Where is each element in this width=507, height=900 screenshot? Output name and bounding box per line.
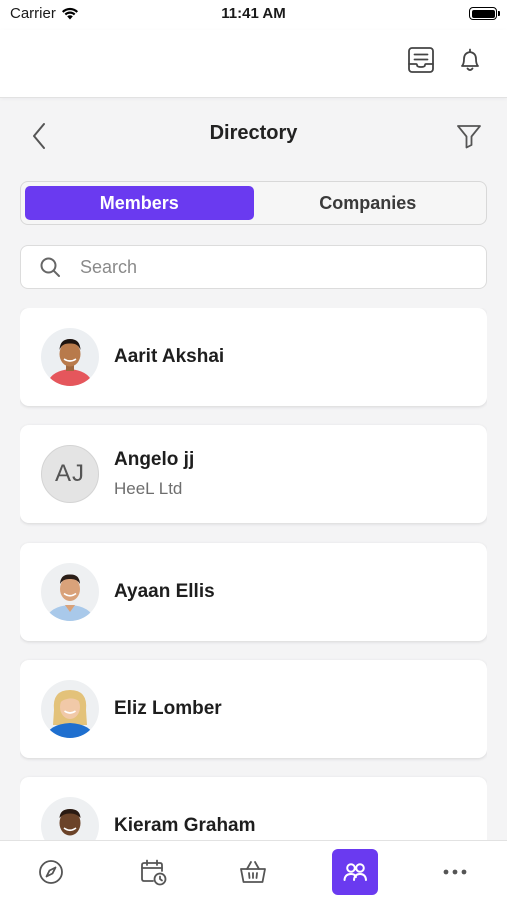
- member-info: Aarit Akshai: [114, 308, 224, 406]
- filter-button[interactable]: [453, 120, 485, 152]
- member-name: Ayaan Ellis: [114, 581, 215, 602]
- avatar: [41, 797, 99, 840]
- member-info: Angelo jj HeeL Ltd: [114, 425, 194, 523]
- avatar: AJ: [41, 445, 99, 503]
- search-input[interactable]: [80, 256, 486, 278]
- top-header: [0, 30, 507, 98]
- member-name: Kieram Graham: [114, 815, 256, 836]
- tab-schedule[interactable]: [130, 849, 176, 895]
- member-card[interactable]: AJ Angelo jj HeeL Ltd: [20, 425, 487, 523]
- more-icon: [443, 869, 467, 875]
- member-info: Ayaan Ellis: [114, 543, 215, 641]
- search-icon: [38, 255, 62, 279]
- bell-icon[interactable]: [454, 44, 486, 76]
- member-info: Eliz Lomber: [114, 660, 222, 758]
- avatar: [41, 680, 99, 738]
- member-card[interactable]: Aarit Akshai: [20, 308, 487, 406]
- member-info: Kieram Graham: [114, 777, 256, 840]
- navigation-bar: Directory: [0, 100, 507, 172]
- member-card[interactable]: Kieram Graham: [20, 777, 487, 840]
- member-name: Aarit Akshai: [114, 346, 225, 367]
- member-company: HeeL Ltd: [114, 479, 183, 498]
- avatar: [41, 563, 99, 621]
- document-icon[interactable]: [405, 44, 437, 76]
- member-card[interactable]: Ayaan Ellis: [20, 543, 487, 641]
- basket-icon: [240, 861, 266, 883]
- page-title: Directory: [209, 122, 298, 144]
- compass-icon: [39, 860, 63, 884]
- battery-icon: [469, 7, 500, 20]
- tab-marketplace[interactable]: [230, 849, 276, 895]
- avatar: [41, 328, 99, 386]
- status-time: 11:41 AM: [221, 5, 286, 22]
- directory-segmented-control: Members Companies: [20, 181, 487, 225]
- people-icon: [343, 863, 367, 881]
- member-name: Angelo jj: [114, 449, 195, 470]
- filter-icon: [457, 125, 481, 149]
- tab-more[interactable]: [432, 849, 478, 895]
- calendar-clock-icon: [141, 859, 167, 886]
- status-bar: Carrier 11:41 AM: [0, 0, 507, 30]
- member-list: Aarit Akshai AJ Angelo jj HeeL Ltd Ayaan…: [20, 308, 487, 840]
- bottom-tab-bar: [0, 840, 507, 900]
- tab-explore[interactable]: [28, 849, 74, 895]
- member-name: Eliz Lomber: [114, 698, 222, 719]
- tab-members[interactable]: Members: [25, 186, 254, 220]
- search-bar: [20, 245, 487, 289]
- member-card[interactable]: Eliz Lomber: [20, 660, 487, 758]
- battery-level: [471, 9, 495, 18]
- tab-companies[interactable]: Companies: [254, 186, 483, 220]
- tab-directory[interactable]: [332, 849, 378, 895]
